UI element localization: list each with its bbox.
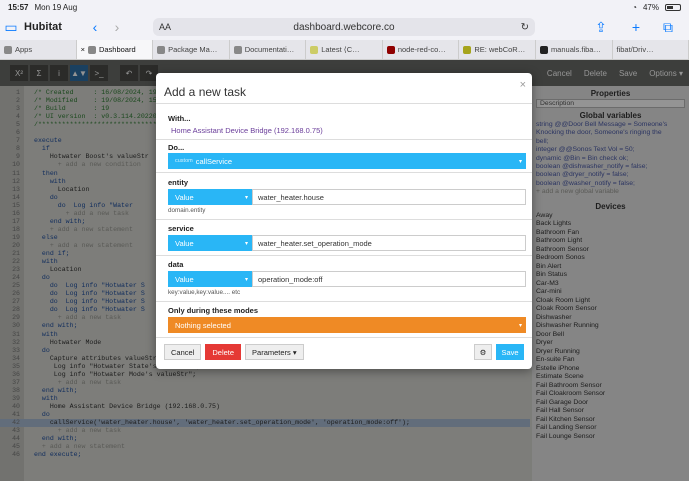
tab-package-manager[interactable]: Package Ma…	[153, 40, 230, 59]
status-right: ◔ 47%	[632, 3, 681, 12]
dialog-title: Add a new task	[164, 85, 247, 99]
entity-input[interactable]: water_heater.house	[252, 189, 526, 205]
entity-label: entity	[168, 178, 189, 187]
url-text: dashboard.webcore.co	[293, 21, 395, 33]
node-red-favicon-icon	[386, 45, 395, 54]
chevron-down-icon: ▾	[518, 322, 522, 329]
service-type-select[interactable]: Value ▾	[168, 235, 252, 251]
new-tab-icon[interactable]: +	[625, 19, 647, 35]
data-type-select[interactable]: Value ▾	[168, 271, 252, 287]
divider	[156, 219, 532, 220]
tab-apps[interactable]: Apps	[0, 40, 77, 59]
do-select[interactable]: custom callService ▾	[168, 153, 526, 169]
webcore-favicon-icon	[463, 45, 472, 54]
data-label: data	[168, 260, 184, 269]
reader-aa-button[interactable]: AA	[159, 22, 171, 32]
divider	[156, 139, 532, 140]
data-input[interactable]: operation_mode:off	[252, 271, 526, 287]
entity-type-select[interactable]: Value ▾	[168, 189, 252, 205]
hubitat-favicon-icon	[157, 45, 166, 54]
chevron-down-icon: ▾	[518, 158, 522, 165]
tab-latest[interactable]: Latest ⟨C…	[306, 40, 383, 59]
close-icon[interactable]: ×	[520, 79, 526, 91]
battery-percent: 47%	[642, 2, 659, 12]
gear-icon[interactable]: ⚙	[474, 344, 492, 360]
data-hint: key:value,key:value.... etc	[168, 289, 241, 296]
do-value: callService	[195, 156, 232, 166]
data-row: Value ▾ operation_mode:off	[168, 271, 526, 287]
do-label: Do...	[168, 143, 185, 152]
chevron-down-icon: ▾	[244, 194, 248, 201]
parameters-button[interactable]: Parameters ▾	[245, 344, 304, 360]
tab-fibat[interactable]: fibat/Driv…	[613, 40, 689, 59]
app-title: Hubitat	[24, 21, 62, 33]
delete-button[interactable]: Delete	[205, 344, 242, 360]
address-bar[interactable]: AA dashboard.webcore.co ↻	[153, 18, 535, 36]
tab-re-webcore[interactable]: RE: webCoR…	[459, 40, 536, 59]
battery-icon	[665, 3, 681, 11]
service-input[interactable]: water_heater.set_operation_mode	[252, 235, 526, 251]
tab-node-red[interactable]: node-red-co…	[383, 40, 460, 59]
do-prefix: custom	[175, 158, 193, 164]
cancel-button[interactable]: Cancel	[164, 344, 202, 360]
community-favicon-icon	[310, 45, 319, 54]
hubitat-favicon-icon	[4, 45, 12, 54]
forward-icon[interactable]: ›	[106, 19, 128, 35]
sidebar-icon[interactable]: ▭	[0, 19, 22, 36]
status-bar: 15:57 Mon 19 Aug ◔ 47%	[0, 0, 689, 14]
browser-tabs: Apps × Dashboard Package Ma… Documentati……	[0, 40, 689, 60]
save-button[interactable]: Save	[496, 344, 524, 360]
status-time: 15:57	[8, 2, 29, 12]
share-icon[interactable]: ⇪	[590, 19, 612, 36]
back-icon[interactable]: ‹	[84, 19, 106, 35]
wifi-icon: ◔	[632, 2, 637, 12]
modes-label: Only during these modes	[168, 306, 259, 315]
hubitat-favicon-icon	[87, 45, 96, 54]
service-row: Value ▾ water_heater.set_operation_mode	[168, 235, 526, 251]
divider	[156, 255, 532, 256]
entity-hint: domain.entity	[168, 207, 206, 214]
tab-manuals[interactable]: manuals.fiba…	[536, 40, 613, 59]
chevron-down-icon: ▾	[244, 276, 248, 283]
entity-row: Value ▾ water_heater.house	[168, 189, 526, 205]
tabs-overview-icon[interactable]: ⧉	[657, 19, 679, 36]
add-task-dialog: Add a new task × With... Home Assistant …	[156, 73, 532, 369]
modes-select[interactable]: Nothing selected ▾	[168, 317, 526, 333]
reload-icon[interactable]: ↻	[521, 22, 529, 33]
divider	[156, 301, 532, 302]
status-date: Mon 19 Aug	[34, 2, 78, 12]
with-label: With...	[168, 114, 191, 123]
hubitat-favicon-icon	[233, 45, 242, 54]
close-tab-icon[interactable]: ×	[81, 45, 85, 54]
browser-toolbar: ▭ Hubitat ‹ › AA dashboard.webcore.co ↻ …	[0, 14, 689, 40]
tab-documentation[interactable]: Documentati…	[230, 40, 307, 59]
dialog-footer: Cancel Delete Parameters ▾ ⚙ Save	[156, 335, 532, 369]
chevron-down-icon: ▾	[244, 240, 248, 247]
divider	[156, 172, 532, 173]
fibaro-favicon-icon	[539, 45, 548, 54]
service-label: service	[168, 224, 194, 233]
tab-dashboard[interactable]: × Dashboard	[76, 40, 154, 59]
with-device: Home Assistant Device Bridge (192.168.0.…	[171, 126, 323, 135]
divider	[156, 103, 532, 104]
